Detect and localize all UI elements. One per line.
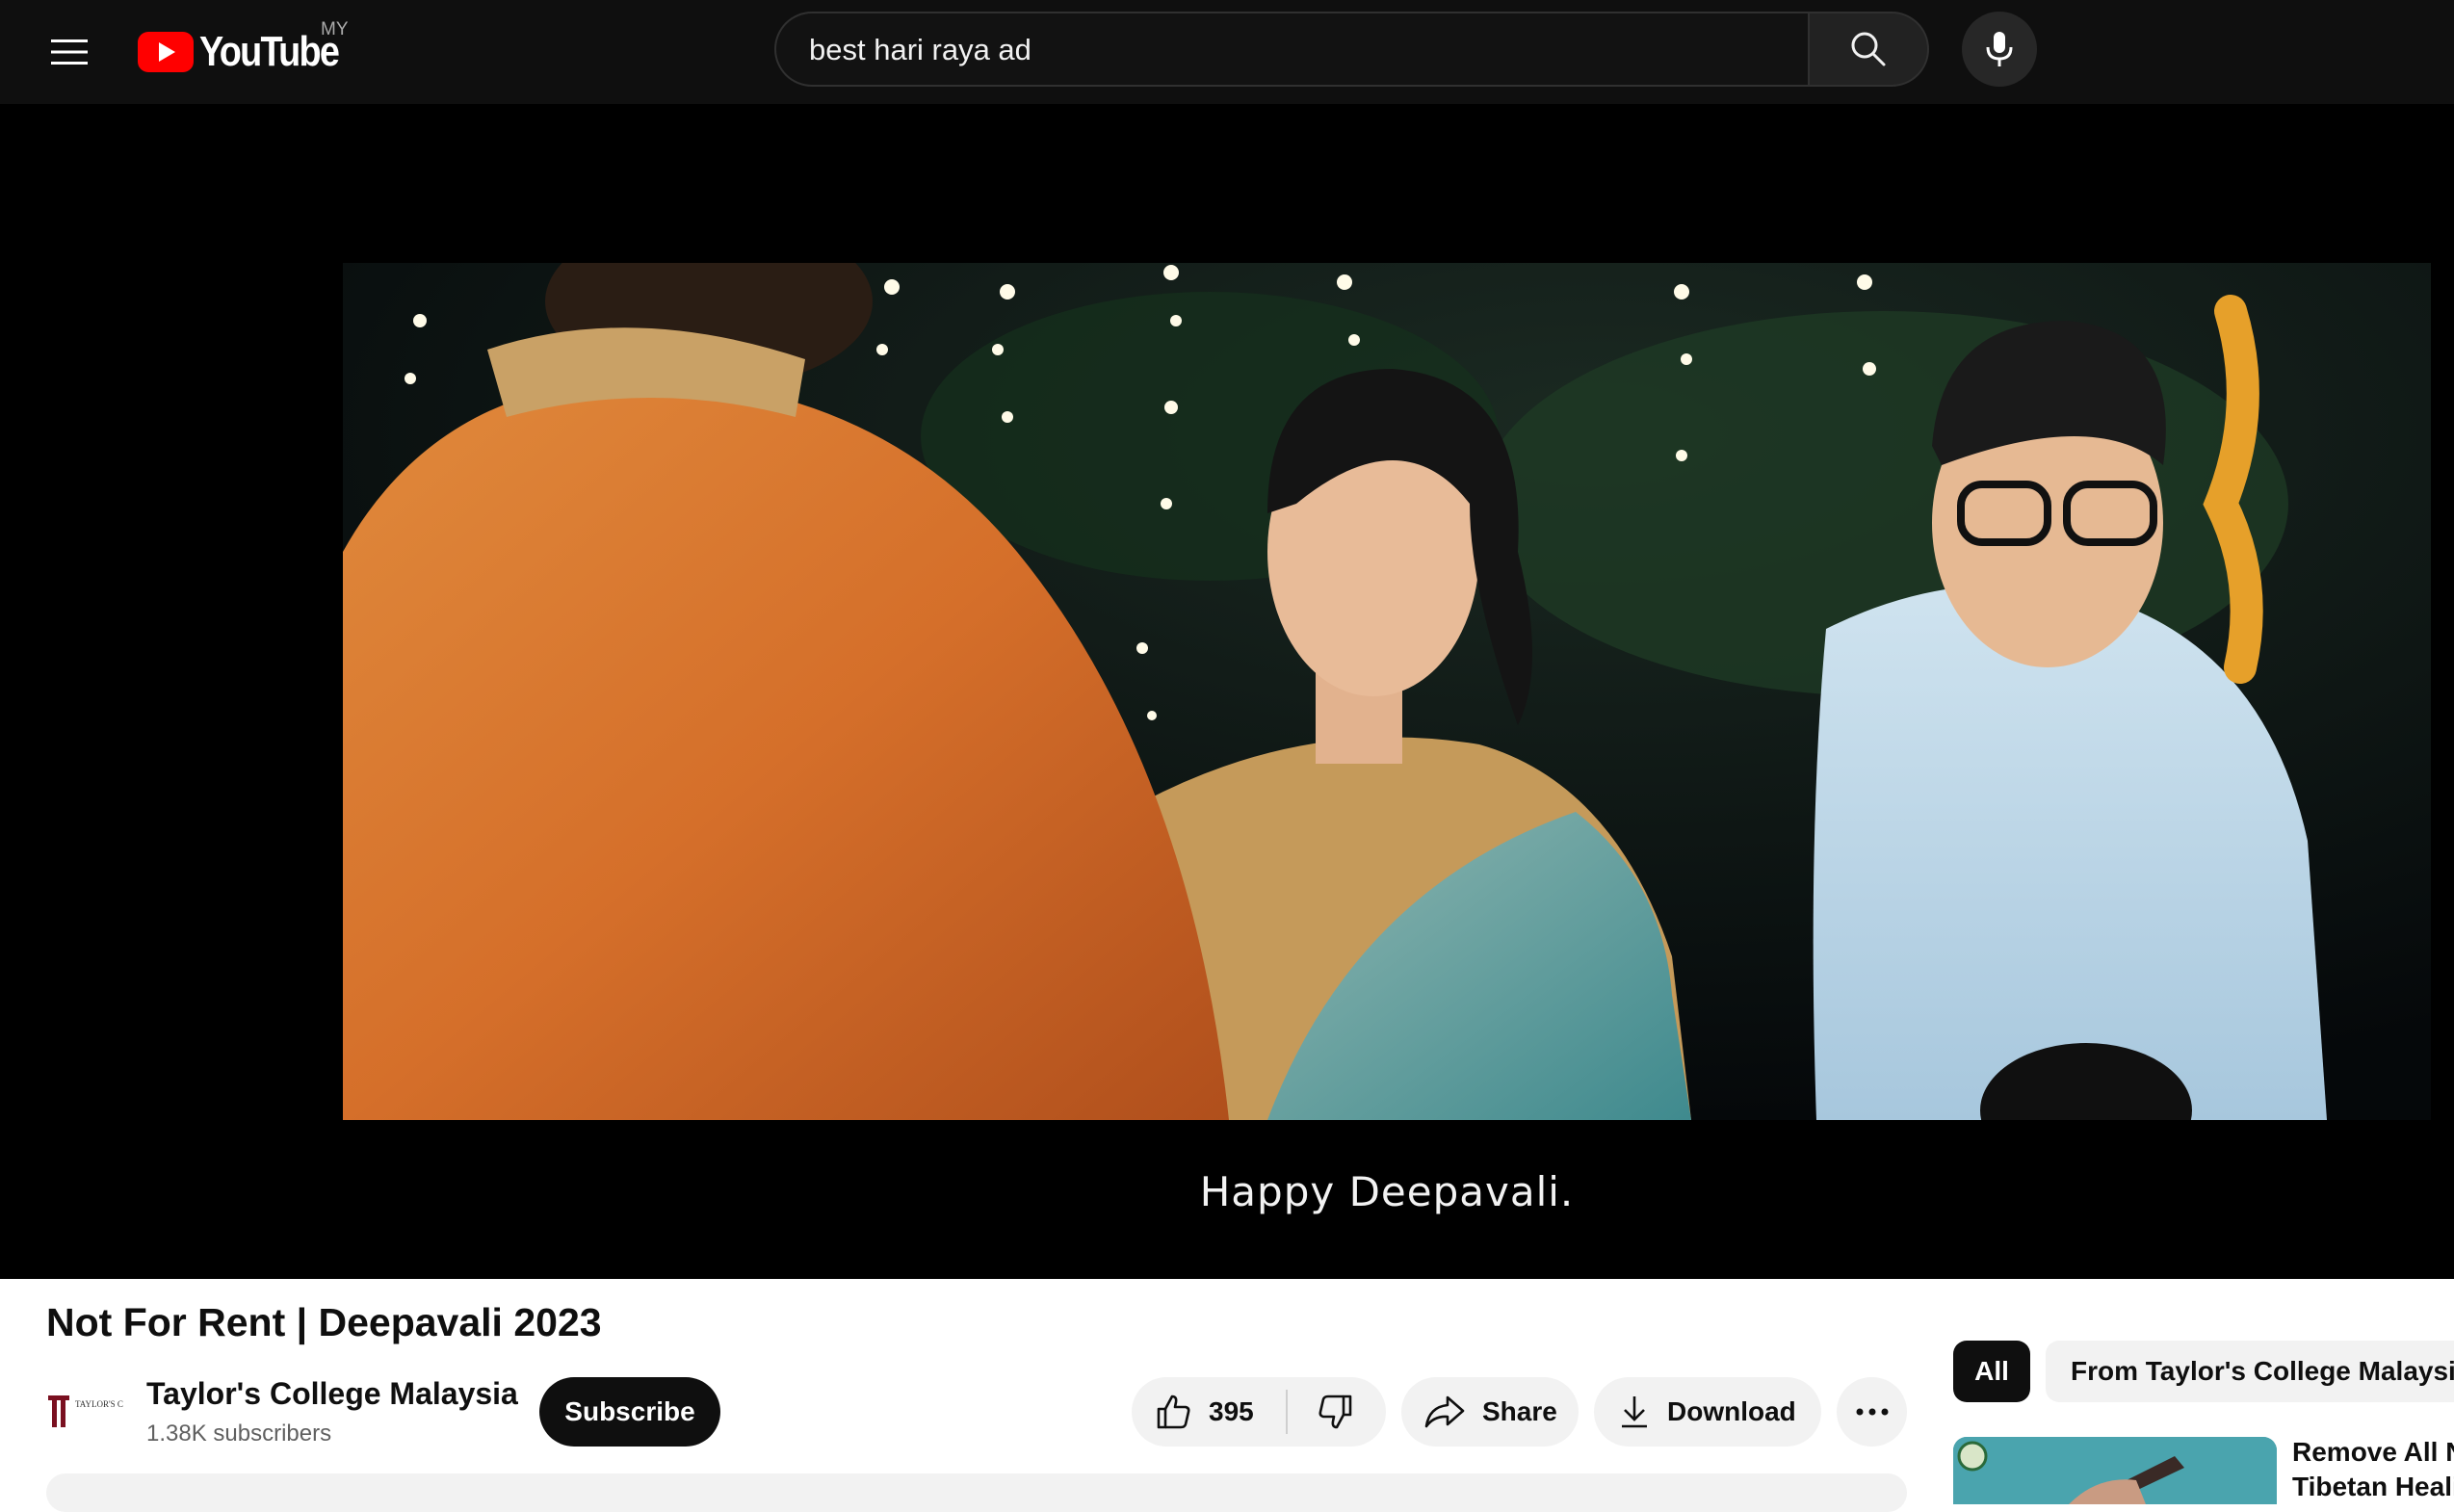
- voice-search-button[interactable]: [1962, 12, 2037, 87]
- video-frame[interactable]: [343, 263, 2431, 1120]
- channel-logo-text: TAYLOR'S COLLEGE: [75, 1399, 123, 1409]
- masthead: YouTube MY: [0, 0, 2454, 104]
- video-player[interactable]: Happy Deepavali.: [0, 104, 2454, 1279]
- more-dots-icon: [1856, 1408, 1888, 1416]
- like-button[interactable]: 395: [1132, 1377, 1286, 1447]
- subscribe-button[interactable]: Subscribe: [539, 1377, 720, 1447]
- chip-all[interactable]: All: [1953, 1341, 2030, 1402]
- recommendation-title[interactable]: Remove All N Tibetan Heali: [2292, 1435, 2454, 1504]
- thumbs-down-icon: [1318, 1395, 1352, 1429]
- video-title: Not For Rent | Deepavali 2023: [46, 1300, 602, 1344]
- share-label: Share: [1482, 1396, 1557, 1426]
- share-button[interactable]: Share: [1401, 1377, 1579, 1447]
- menu-icon: [51, 39, 88, 65]
- recommendation-thumbnail[interactable]: [1953, 1437, 2277, 1504]
- search-button[interactable]: [1808, 12, 1929, 87]
- recommendation-title-line-1: Remove All N: [2292, 1437, 2454, 1467]
- thumbnail-image: [1953, 1437, 2277, 1504]
- thumbs-up-icon: [1157, 1395, 1190, 1429]
- download-label: Download: [1667, 1396, 1796, 1426]
- chip-from-channel[interactable]: From Taylor's College Malaysia: [2046, 1341, 2454, 1402]
- logo-wordmark: YouTube: [199, 28, 340, 75]
- subscriber-count: 1.38K subscribers: [146, 1421, 332, 1447]
- country-code: MY: [321, 19, 349, 39]
- channel-avatar[interactable]: TAYLOR'S COLLEGE: [46, 1388, 157, 1436]
- mic-icon: [1986, 32, 2013, 66]
- description-box[interactable]: [46, 1473, 1907, 1512]
- download-button[interactable]: Download: [1594, 1377, 1821, 1447]
- video-caption: Happy Deepavali.: [1199, 1168, 1575, 1215]
- youtube-play-icon: [138, 32, 194, 72]
- menu-button[interactable]: [42, 25, 96, 79]
- more-actions-button[interactable]: [1837, 1377, 1907, 1447]
- share-arrow-icon: [1424, 1395, 1465, 1428]
- video-scene-image: [343, 263, 2431, 1120]
- search-box[interactable]: [774, 12, 1808, 87]
- channel-name[interactable]: Taylor's College Malaysia: [146, 1376, 518, 1412]
- recommendation-title-line-2: Tibetan Heali: [2292, 1472, 2454, 1501]
- dislike-button[interactable]: [1288, 1377, 1384, 1447]
- search-icon: [1851, 32, 1886, 66]
- search-input[interactable]: [807, 13, 1755, 87]
- download-icon: [1622, 1396, 1647, 1428]
- like-dislike-group: 395: [1132, 1377, 1386, 1447]
- channel-logo-icon: TAYLOR'S COLLEGE: [48, 1395, 157, 1427]
- like-count: 395: [1209, 1396, 1254, 1426]
